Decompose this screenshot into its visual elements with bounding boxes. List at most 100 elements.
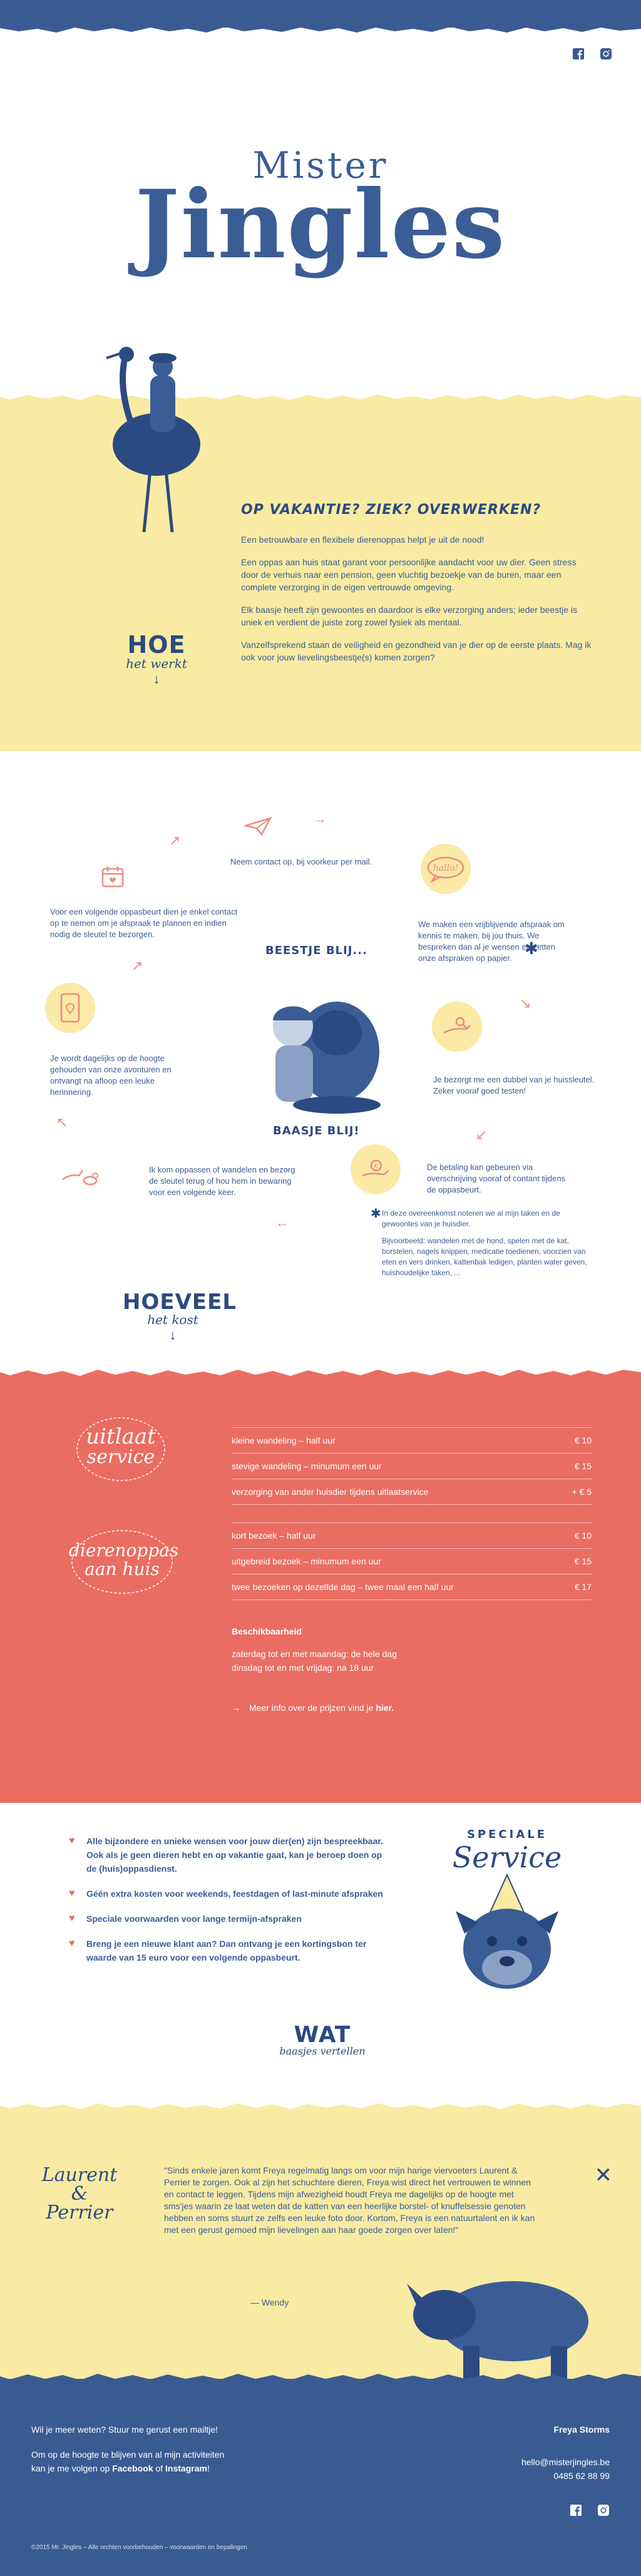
beestje-blij-label: BEESTJE BLIJ... <box>265 944 367 957</box>
hallo-speech-bubble-icon: hallo! <box>421 844 471 894</box>
instagram-icon[interactable] <box>597 2504 610 2517</box>
badge-line: uitlaat <box>86 1424 156 1449</box>
pet-name-ampersand: & <box>71 2183 88 2205</box>
footer-line: kan je me volgen op <box>31 2463 113 2473</box>
baasje-blij-label: BAASJE BLIJ! <box>273 1124 360 1137</box>
svg-text:€: € <box>374 1163 378 1170</box>
price-label: twee bezoeken op dezelfde dag – twee maa… <box>232 1582 454 1592</box>
footer-line: of <box>153 2463 166 2473</box>
instagram-icon[interactable] <box>600 48 612 60</box>
child-with-dog-photo <box>273 1002 381 1114</box>
prices-section: uitlaat service kleine wandeling – half … <box>0 1377 641 1803</box>
price-value: € 17 <box>574 1582 592 1592</box>
facebook-icon[interactable] <box>572 48 585 60</box>
pet-name: Laurent <box>41 2164 118 2186</box>
availability-line: zaterdag tot en met maandag: de hele dag <box>232 1649 397 1659</box>
cycle-arrow-icon: ↙ <box>476 1127 488 1142</box>
facebook-icon[interactable] <box>570 2504 582 2517</box>
price-label: stevige wandeling – minumum een uur <box>232 1461 382 1471</box>
list-item: Géén extra kosten voor weekends, feestda… <box>69 1887 394 1901</box>
list-item: Breng je een nieuwe klant aan? Dan ontva… <box>69 1937 394 1964</box>
ostrich-rider-illustration <box>106 347 200 533</box>
intro-paragraph: Vanzelfsprekend staan de veiligheid en g… <box>241 640 592 662</box>
availability: Beschikbaarheid zaterdag tot en met maan… <box>232 1624 397 1675</box>
cycle-arrow-icon: ↗ <box>131 958 143 973</box>
testimonial-pet-names: Laurent & Perrier <box>39 2166 120 2222</box>
top-banner <box>0 0 641 28</box>
step-7-text: Voor een volgende oppasbeurt dien je enk… <box>50 907 238 939</box>
price-row: twee bezoeken op dezelfde dag – twee maa… <box>232 1574 592 1600</box>
price-value: € 15 <box>574 1461 592 1471</box>
more-info-link[interactable]: hier. <box>376 1703 394 1713</box>
social-links-top <box>572 48 612 60</box>
email-link[interactable]: hello@misterjingles.be <box>521 2455 610 2469</box>
how-it-works-section: Neem contact op, bij voorkeur per mail. … <box>0 751 641 1352</box>
price-value: € 10 <box>574 1531 592 1541</box>
availability-title: Beschikbaarheid <box>232 1626 302 1636</box>
intro-section: OP VAKANTIE? ZIEK? OVERWERKEN? Een betro… <box>0 347 641 751</box>
cycle-arrow-icon: ↘ <box>520 995 531 1011</box>
special-service-section: Alle bijzondere en unieke wensen voor jo… <box>0 1803 641 2085</box>
phone-number[interactable]: 0485 62 88 99 <box>521 2469 610 2483</box>
speciale-service-badge: SPECIALE Service <box>426 1828 588 2008</box>
logo-jingles: Jingles <box>135 170 506 280</box>
price-label: kleine wandeling – half uur <box>232 1435 336 1445</box>
arrow-right-icon: → <box>232 1703 240 1713</box>
badge-line: service <box>86 1446 155 1468</box>
dog-with-party-hat-photo <box>456 1873 558 1989</box>
facebook-link[interactable]: Facebook <box>112 2463 153 2473</box>
list-item: Alle bijzondere en unieke wensen voor jo… <box>69 1834 394 1876</box>
copyright: ©2015 Mr. Jingles – Alle rechten voorbeh… <box>31 2544 247 2551</box>
list-item: Speciale voorwaarden voor lange termijn-… <box>69 1912 394 1926</box>
availability-line: dinsdag tot en met vrijdag: na 18 uur <box>232 1663 374 1673</box>
het-werkt-label: het werkt <box>126 656 187 671</box>
price-value: + € 5 <box>572 1487 592 1497</box>
step-4-text: De betaling kan gebeuren via overschrijv… <box>427 1162 566 1194</box>
asterisk-icon: ✱ <box>371 1207 381 1221</box>
instagram-link[interactable]: Instagram <box>165 2463 207 2473</box>
phone-photo-icon <box>45 983 95 1033</box>
footer-line: ! <box>207 2463 210 2473</box>
footer-line: Om op de hoogte te blijven van al mijn a… <box>31 2450 225 2460</box>
footer: Wil je meer weten? Stuur me gerust een m… <box>0 2379 641 2576</box>
paper-plane-icon <box>233 801 283 851</box>
price-label: uitgebreid bezoek – minumum een uur <box>232 1556 381 1566</box>
price-label: kort bezoek – half uur <box>232 1531 316 1541</box>
payment-hand-icon: € <box>351 1144 401 1194</box>
agreement-note: In deze overeenkomst noteren we al mijn … <box>382 1208 595 1285</box>
pricing-heading: HOEVEEL het kost ↓ <box>123 1290 236 1343</box>
badge-bottom-text: Service <box>452 1840 562 1874</box>
price-label: verzorging van ander huisdier tijdens ui… <box>232 1487 429 1497</box>
intro-paragraph: Elk baasje heeft zijn gewoontes en daard… <box>241 605 577 627</box>
step-2-text: We maken een vrijblijvende afspraak om k… <box>418 920 565 963</box>
note-paragraph: Bijvoorbeeld: wandelen met de hond, spel… <box>382 1236 587 1277</box>
testimonial-section: Laurent & Perrier "Sinds enkele jaren ko… <box>0 2110 641 2379</box>
hallo-text: hallo! <box>433 863 458 873</box>
cycle-arrow-icon: ← <box>275 1214 289 1230</box>
calendar-icon <box>88 851 138 901</box>
price-value: € 15 <box>574 1556 592 1566</box>
how-it-works-heading: HOE het werkt ↓ <box>119 631 194 687</box>
close-icon[interactable]: ✕ <box>595 2165 613 2186</box>
footer-contact-text: Wil je meer weten? Stuur me gerust een m… <box>31 2423 224 2486</box>
price-row: uitgebreid bezoek – minumum een uur € 15 <box>232 1549 592 1574</box>
dog-walk-icon <box>55 1152 105 1202</box>
more-info: → Meer info over de prijzen vind je hier. <box>232 1703 394 1713</box>
key-hand-icon <box>432 1002 482 1052</box>
dierenoppas-badge: dierenoppas aan huis <box>69 1527 178 1594</box>
logo[interactable]: Mister Jingles <box>0 144 641 272</box>
visit-price-table: kort bezoek – half uur € 10 uitgebreid be… <box>232 1522 592 1600</box>
badge-top-text: SPECIALE <box>466 1828 548 1841</box>
hoe-label: HOE <box>127 631 186 659</box>
testimonial-author: — Wendy <box>250 2297 289 2307</box>
intro-text: Een betrouwbare en flexibele dierenoppas… <box>241 533 592 674</box>
pet-name: Perrier <box>46 2202 113 2224</box>
intro-paragraph: Een betrouwbare en flexibele dierenoppas… <box>241 535 485 545</box>
asterisk-icon: ✱ <box>525 939 538 958</box>
footer-follow: Om op de hoogte te blijven van al mijn a… <box>31 2448 224 2475</box>
rhino-illustration <box>407 2281 588 2379</box>
price-row: verzorging van ander huisdier tijdens ui… <box>232 1479 592 1505</box>
arrow-down-icon: ↓ <box>153 671 160 687</box>
walk-price-table: kleine wandeling – half uur € 10 stevige … <box>232 1427 592 1505</box>
badge-line: aan huis <box>85 1559 160 1579</box>
